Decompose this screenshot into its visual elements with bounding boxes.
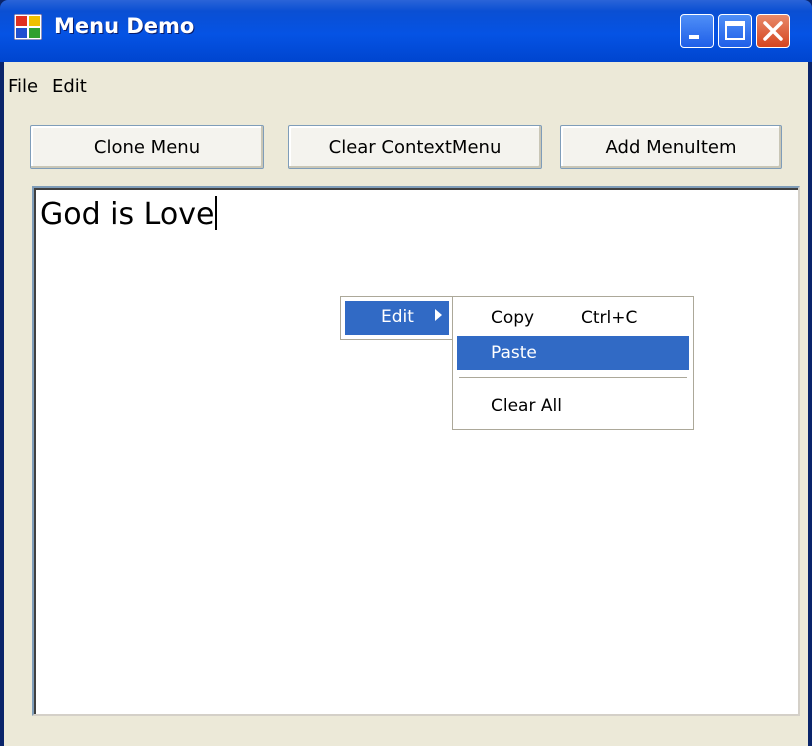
submenu-item-paste-label: Paste	[491, 343, 537, 363]
submenu-item-copy-shortcut: Ctrl+C	[581, 308, 638, 328]
clear-contextmenu-button[interactable]: Clear ContextMenu	[288, 125, 542, 169]
menu-edit[interactable]: Edit	[52, 76, 87, 97]
context-menu: Edit	[340, 296, 454, 340]
app-icon	[14, 14, 42, 40]
text-box[interactable]: God is Love	[32, 186, 800, 716]
close-icon	[763, 21, 783, 41]
clone-menu-button[interactable]: Clone Menu	[30, 125, 264, 169]
submenu-separator	[459, 377, 687, 379]
maximize-icon	[725, 21, 745, 40]
minimize-icon	[689, 35, 699, 39]
title-bar[interactable]: Menu Demo	[0, 0, 812, 62]
submenu-item-clear-all-label: Clear All	[491, 396, 562, 416]
submenu-item-clear-all[interactable]: Clear All	[457, 389, 689, 423]
submenu-item-copy-label: Copy	[491, 308, 535, 328]
add-menuitem-button[interactable]: Add MenuItem	[560, 125, 782, 169]
context-menu-item-edit-label: Edit	[381, 307, 414, 327]
submenu-item-copy[interactable]: Copy Ctrl+C	[457, 301, 689, 335]
close-button[interactable]	[756, 14, 790, 48]
text-box-value: God is Love	[40, 197, 215, 232]
text-caret	[215, 196, 218, 230]
edit-submenu: Copy Ctrl+C Paste Clear All	[452, 296, 694, 430]
minimize-button[interactable]	[680, 14, 714, 48]
menu-bar: File Edit	[4, 62, 808, 106]
app-window: Menu Demo File Edit Clone Menu Clear Con…	[0, 0, 812, 746]
submenu-item-paste[interactable]: Paste	[457, 336, 689, 370]
window-title: Menu Demo	[54, 14, 195, 38]
menu-file[interactable]: File	[8, 76, 38, 97]
submenu-arrow-icon	[435, 309, 442, 321]
text-box-content: God is Love	[40, 196, 218, 232]
maximize-button[interactable]	[718, 14, 752, 48]
